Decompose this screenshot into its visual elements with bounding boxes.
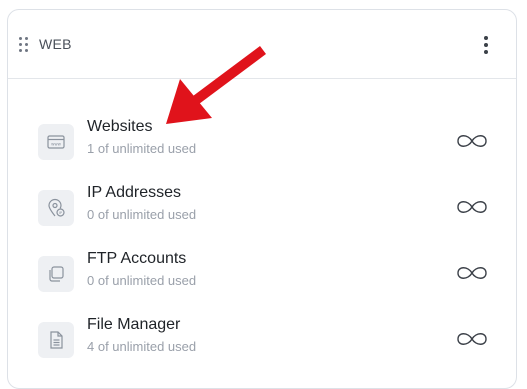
ftp-accounts-icon (38, 256, 74, 292)
item-usage: 0 of unlimited used (87, 207, 197, 222)
infinity-icon (457, 201, 487, 213)
list-item-file-manager[interactable]: File Manager 4 of unlimited used (8, 316, 516, 382)
infinity-icon (457, 267, 487, 279)
item-usage: 0 of unlimited used (87, 273, 197, 288)
file-manager-icon (38, 322, 74, 358)
item-name[interactable]: IP Addresses (87, 184, 181, 202)
item-name[interactable]: Websites (87, 118, 153, 136)
item-usage: 4 of unlimited used (87, 339, 197, 354)
item-usage: 1 of unlimited used (87, 141, 197, 156)
item-name[interactable]: FTP Accounts (87, 250, 186, 268)
card-header: WEB (8, 10, 516, 79)
web-card: WEB www Websites 1 of unlimited used IP … (7, 9, 517, 389)
svg-text:www: www (51, 142, 62, 147)
item-name[interactable]: File Manager (87, 316, 180, 334)
drag-handle-icon[interactable] (19, 37, 29, 53)
list-item-websites[interactable]: www Websites 1 of unlimited used (8, 118, 516, 184)
ip-address-icon: IP (38, 190, 74, 226)
more-vertical-icon[interactable] (480, 34, 492, 56)
card-title: WEB (39, 36, 72, 52)
infinity-icon (457, 333, 487, 345)
infinity-icon (457, 135, 487, 147)
svg-text:IP: IP (59, 211, 63, 215)
list-item-ftp-accounts[interactable]: FTP Accounts 0 of unlimited used (8, 250, 516, 316)
website-icon: www (38, 124, 74, 160)
list-item-ip-addresses[interactable]: IP IP Addresses 0 of unlimited used (8, 184, 516, 250)
